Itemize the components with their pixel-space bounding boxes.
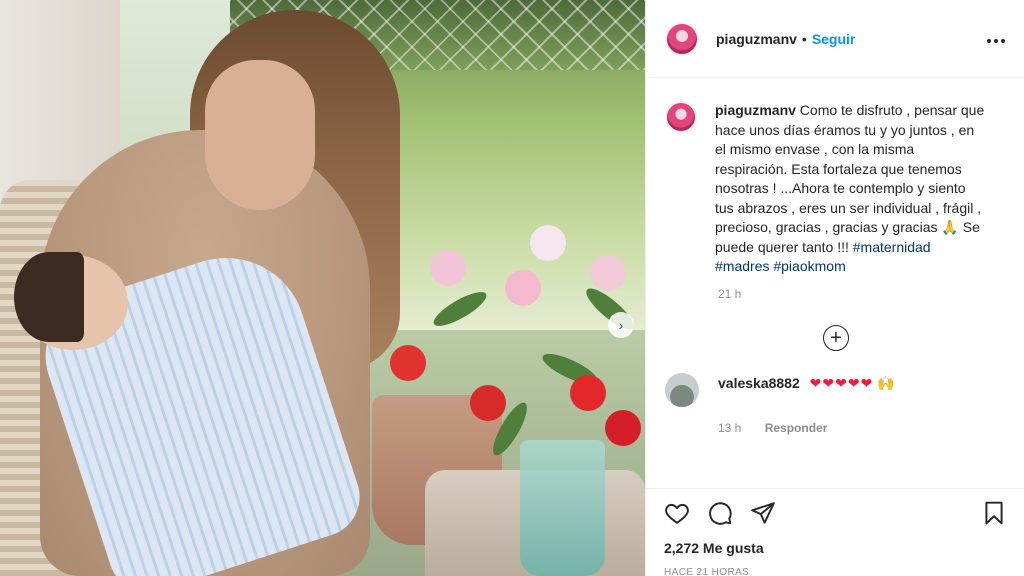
glass-vase: [520, 440, 605, 576]
caption: piaguzmanv Como te disfruto , pensar que…: [665, 101, 1007, 277]
comment-icon[interactable]: [707, 500, 733, 531]
comment-text: valeska8882 ❤❤❤❤❤ 🙌: [718, 375, 895, 392]
avatar[interactable]: [665, 372, 699, 407]
avatar[interactable]: [665, 101, 697, 133]
hashtag-link[interactable]: #maternidad: [853, 239, 931, 255]
chevron-right-icon: ›: [618, 317, 624, 333]
comment-item: valeska8882 ❤❤❤❤❤ 🙌: [665, 372, 1007, 407]
next-image-button[interactable]: ›: [608, 312, 634, 338]
post-image[interactable]: ›: [0, 0, 645, 576]
flower-pink: [590, 255, 626, 291]
flower-red: [390, 345, 426, 381]
reply-button[interactable]: Responder: [765, 421, 828, 435]
follow-button[interactable]: Seguir: [812, 31, 856, 47]
heart-icon[interactable]: [664, 500, 690, 531]
caption-username[interactable]: piaguzmanv: [715, 102, 796, 118]
actions-bar: 2,272 Me gusta HACE 21 HORAS: [646, 488, 1024, 576]
caption-time[interactable]: 21 h: [718, 287, 1007, 301]
likes-count[interactable]: 2,272 Me gusta: [664, 540, 1007, 556]
comment-time[interactable]: 13 h: [718, 421, 741, 435]
plus-symbol: +: [830, 326, 842, 349]
caption-text: piaguzmanv Como te disfruto , pensar que…: [715, 101, 987, 277]
flower-red: [605, 410, 641, 446]
heart-emojis: ❤❤❤❤❤: [809, 374, 874, 391]
flower-white: [530, 225, 566, 261]
baby-hair: [14, 252, 84, 342]
woman-face: [205, 60, 315, 210]
flower-red: [470, 385, 506, 421]
comments-section: piaguzmanv Como te disfruto , pensar que…: [646, 79, 1024, 488]
caption-body-text: Como te disfruto , pensar que hace unos …: [715, 102, 985, 255]
flower-pink: [505, 270, 541, 306]
avatar[interactable]: [665, 21, 699, 56]
hashtag-link[interactable]: #piaokmom: [773, 258, 845, 274]
post-header: piaguzmanv • Seguir: [646, 0, 1024, 78]
load-more-comments: +: [665, 324, 1007, 351]
action-icons: [664, 501, 1007, 529]
flower-red: [570, 375, 606, 411]
post-timestamp[interactable]: HACE 21 HORAS: [664, 567, 1007, 576]
comment-username[interactable]: valeska8882: [718, 375, 800, 391]
post-panel: piaguzmanv • Seguir piaguzmanv Como te d…: [645, 0, 1024, 576]
post-username[interactable]: piaguzmanv: [716, 31, 797, 47]
bookmark-icon[interactable]: [981, 500, 1007, 531]
raised-hands-emoji: 🙌: [877, 374, 895, 391]
more-options-icon[interactable]: [986, 28, 1006, 49]
plus-circle-icon[interactable]: +: [823, 324, 849, 351]
separator-dot: •: [801, 30, 807, 47]
comment-meta: 13 h Responder: [718, 421, 1007, 435]
hashtag-link[interactable]: #madres: [715, 258, 769, 274]
share-icon[interactable]: [750, 500, 776, 531]
flower-pink: [430, 250, 466, 286]
